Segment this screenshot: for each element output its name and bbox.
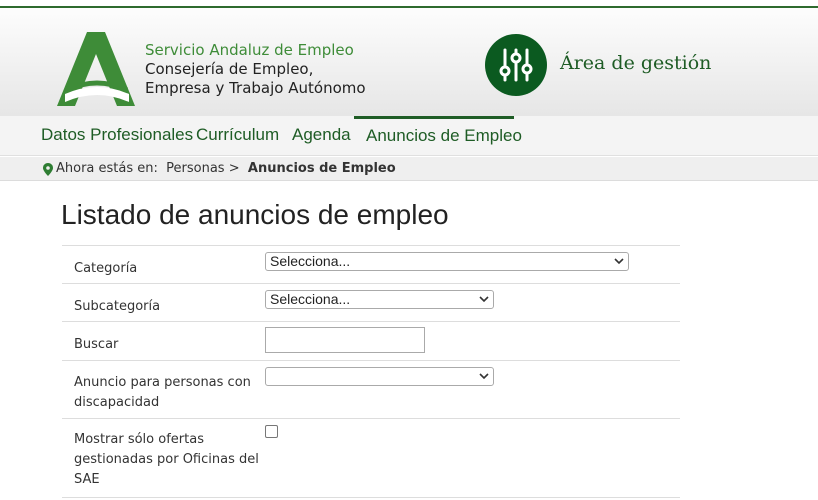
row-discapacidad: Anuncio para personas con discapacidad (62, 360, 680, 418)
row-oficinas-sae: Mostrar sólo ofertas gestionadas por Ofi… (62, 418, 680, 498)
buscar-input[interactable] (265, 327, 425, 353)
location-pin-icon (43, 163, 53, 176)
breadcrumb-trail: Ahora estás en: Personas > Anuncios de E… (56, 157, 396, 181)
page-title: Listado de anuncios de empleo (61, 199, 449, 230)
breadcrumb-link-personas[interactable]: Personas (166, 161, 224, 176)
nav-item-anuncios-de-empleo[interactable]: Anuncios de Empleo (354, 116, 522, 156)
area-gestion-link[interactable]: Área de gestión (560, 52, 711, 74)
oficinas-sae-checkbox[interactable] (265, 425, 278, 438)
discapacidad-label-line1: Anuncio para personas con (74, 375, 251, 390)
oficinas-label-line2: gestionadas por Oficinas del (74, 452, 259, 467)
subcategoria-selected-value: Selecciona... (270, 291, 351, 307)
categoria-label: Categoría (74, 261, 138, 276)
top-border (0, 0, 818, 8)
subcategoria-label: Subcategoría (74, 299, 161, 314)
categoria-select[interactable]: Selecciona... (265, 252, 629, 271)
categoria-selected-value: Selecciona... (270, 253, 351, 269)
oficinas-label-line3: SAE (74, 472, 100, 487)
chevron-down-icon (614, 258, 624, 265)
site-header: Servicio Andaluz de Empleo Consejería de… (0, 8, 818, 116)
oficinas-label-line1: Mostrar sólo ofertas (74, 432, 204, 447)
org-name-line1: Servicio Andaluz de Empleo (145, 41, 354, 59)
discapacidad-select[interactable] (265, 367, 494, 386)
org-name-line3: Empresa y Trabajo Autónomo (145, 79, 366, 97)
sliders-icon[interactable] (485, 34, 547, 96)
org-name-line2: Consejería de Empleo, (145, 60, 314, 78)
breadcrumb-prefix: Ahora estás en: (56, 161, 158, 176)
discapacidad-label-line2: discapacidad (74, 395, 160, 410)
row-buscar: Buscar (62, 321, 680, 360)
junta-andalucia-logo-icon[interactable] (57, 32, 135, 106)
nav-item-agenda[interactable]: Agenda (292, 116, 351, 156)
breadcrumb-current: Anuncios de Empleo (247, 161, 396, 176)
row-subcategoria: Subcategoría Selecciona... (62, 283, 680, 321)
nav-item-datos-profesionales[interactable]: Datos Profesionales (41, 116, 193, 156)
breadcrumb: Ahora estás en: Personas > Anuncios de E… (0, 157, 818, 181)
filter-form: Categoría Selecciona... Subcategoría Sel… (62, 245, 680, 498)
subcategoria-select[interactable]: Selecciona... (265, 290, 494, 309)
oficinas-sae-label: Mostrar sólo ofertas gestionadas por Ofi… (74, 430, 259, 490)
chevron-down-icon (479, 296, 489, 303)
organization-name: Servicio Andaluz de Empleo Consejería de… (145, 41, 366, 98)
breadcrumb-separator: > (228, 161, 240, 176)
row-categoria: Categoría Selecciona... (62, 245, 680, 283)
discapacidad-label: Anuncio para personas con discapacidad (74, 373, 251, 413)
chevron-down-icon (479, 373, 489, 380)
main-nav: Datos Profesionales Currículum Agenda An… (0, 116, 818, 156)
buscar-label: Buscar (74, 337, 119, 352)
nav-item-curriculum[interactable]: Currículum (196, 116, 279, 156)
